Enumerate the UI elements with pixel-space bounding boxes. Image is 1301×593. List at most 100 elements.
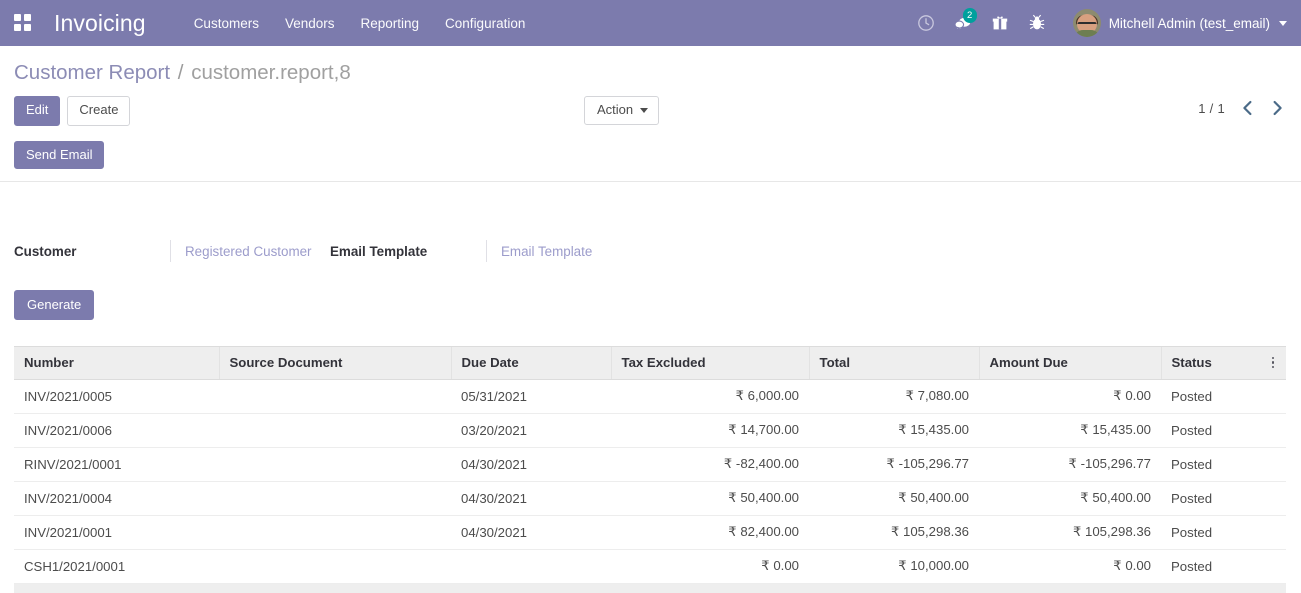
apps-grid-cell xyxy=(14,14,21,21)
invoice-table-body: INV/2021/0005 05/31/2021 ₹ 6,000.00 ₹ 7,… xyxy=(14,379,1286,593)
cell-source-document xyxy=(219,447,451,482)
pager-next-button[interactable] xyxy=(1269,98,1285,118)
column-header-due-date[interactable]: Due Date xyxy=(450,346,611,380)
avatar-glasses xyxy=(1077,22,1097,27)
cell-amount-due: ₹ 0.00 xyxy=(979,379,1161,414)
cell-amount-due: ₹ 50,400.00 xyxy=(979,481,1161,516)
cell-due-date: 04/30/2021 xyxy=(451,515,611,550)
app-brand[interactable]: Invoicing xyxy=(54,10,146,37)
cell-status: Posted xyxy=(1161,447,1260,482)
user-menu[interactable]: Mitchell Admin (test_email) xyxy=(1072,9,1287,37)
cell-status: Posted xyxy=(1161,379,1260,414)
cell-number: INV/2021/0001 xyxy=(14,515,219,550)
field-email-template: Email Template Email Template xyxy=(330,240,646,262)
cell-options xyxy=(1260,413,1286,448)
cell-status: Posted xyxy=(1161,515,1260,550)
generate-button[interactable]: Generate xyxy=(14,290,95,320)
control-panel: Customer Report / customer.report,8 Edit… xyxy=(0,46,1301,126)
cell-source-document xyxy=(219,481,451,516)
table-options-icon[interactable] xyxy=(1270,356,1276,369)
cell-due-date: 04/30/2021 xyxy=(451,447,611,482)
column-header-source-document[interactable]: Source Document xyxy=(218,346,451,380)
cell-total: ₹ 10,000.00 xyxy=(809,549,979,584)
cell-amount-due: ₹ -105,296.77 xyxy=(979,447,1161,482)
column-header-status[interactable]: Status xyxy=(1160,346,1260,380)
invoice-table-head: Number Source Document Due Date Tax Excl… xyxy=(14,346,1286,380)
table-header-row: Number Source Document Due Date Tax Excl… xyxy=(14,346,1286,380)
column-options-header xyxy=(1260,346,1286,380)
column-header-amount-due[interactable]: Amount Due xyxy=(978,346,1161,380)
table-row[interactable]: RINV/2021/0001 04/30/2021 ₹ -82,400.00 ₹… xyxy=(14,447,1286,482)
column-header-tax-excluded[interactable]: Tax Excluded xyxy=(610,346,809,380)
invoice-table: Number Source Document Due Date Tax Excl… xyxy=(14,346,1286,593)
cell-number: RINV/2021/0001 xyxy=(14,447,219,482)
cell-amount-due: ₹ 15,435.00 xyxy=(979,413,1161,448)
cell-tax-excluded: ₹ 50,400.00 xyxy=(611,481,809,516)
table-totals-row: 71,100.00 82,916.59 65,836.59 xyxy=(14,583,1286,593)
table-row[interactable]: INV/2021/0001 04/30/2021 ₹ 82,400.00 ₹ 1… xyxy=(14,515,1286,550)
cell-total: ₹ 105,298.36 xyxy=(809,515,979,550)
cell-due-date: 05/31/2021 xyxy=(451,379,611,414)
cell-due-date: 04/30/2021 xyxy=(451,481,611,516)
cell-due-date xyxy=(451,549,611,584)
menu-item-reporting[interactable]: Reporting xyxy=(361,16,420,31)
dot xyxy=(1271,361,1275,364)
gift-icon[interactable] xyxy=(990,13,1010,33)
cell-options xyxy=(1260,549,1286,584)
cell-number: INV/2021/0004 xyxy=(14,481,219,516)
email-template-input[interactable]: Email Template xyxy=(486,240,646,262)
messages-count-badge: 2 xyxy=(962,8,977,23)
edit-button[interactable]: Edit xyxy=(14,96,61,126)
table-row[interactable]: INV/2021/0006 03/20/2021 ₹ 14,700.00 ₹ 1… xyxy=(14,413,1286,448)
bug-icon[interactable] xyxy=(1027,13,1047,33)
clock-icon[interactable] xyxy=(916,13,936,33)
cell-tax-excluded: ₹ 82,400.00 xyxy=(611,515,809,550)
apps-grid-cell xyxy=(14,24,21,31)
cell-options xyxy=(1260,515,1286,550)
customer-input[interactable]: Registered Customer xyxy=(170,240,330,262)
cell-options xyxy=(1260,481,1286,516)
breadcrumb: Customer Report / customer.report,8 xyxy=(14,61,1287,85)
menu-item-vendors[interactable]: Vendors xyxy=(285,16,335,31)
cell-options xyxy=(1260,379,1286,414)
control-buttons-row: Edit Create Action 1 / 1 xyxy=(14,96,1287,126)
action-button[interactable]: Action xyxy=(584,96,660,126)
send-email-button[interactable]: Send Email xyxy=(14,141,105,169)
cell-source-document xyxy=(219,515,451,550)
table-row[interactable]: INV/2021/0004 04/30/2021 ₹ 50,400.00 ₹ 5… xyxy=(14,481,1286,516)
apps-grid-cell xyxy=(24,14,31,21)
create-button[interactable]: Create xyxy=(67,96,131,126)
cell-source-document xyxy=(219,549,451,584)
apps-grid-cell xyxy=(24,24,31,31)
cell-status: Posted xyxy=(1161,549,1260,584)
cell-tax-excluded: ₹ 14,700.00 xyxy=(611,413,809,448)
pager-previous-button[interactable] xyxy=(1239,98,1255,118)
cell-total: ₹ 7,080.00 xyxy=(809,379,979,414)
messages-icon[interactable]: 2 xyxy=(953,8,977,33)
field-customer: Customer Registered Customer xyxy=(14,240,330,262)
cell-total: ₹ -105,296.77 xyxy=(809,447,979,482)
breadcrumb-root[interactable]: Customer Report xyxy=(14,61,170,84)
form-fields-row: Customer Registered Customer Email Templ… xyxy=(14,239,1287,263)
pager: 1 / 1 xyxy=(1198,98,1285,118)
top-navbar: Invoicing Customers Vendors Reporting Co… xyxy=(0,0,1301,46)
main-menu: Customers Vendors Reporting Configuratio… xyxy=(194,16,526,31)
totals-amount-due: 65,836.59 xyxy=(979,583,1161,593)
table-row[interactable]: INV/2021/0005 05/31/2021 ₹ 6,000.00 ₹ 7,… xyxy=(14,379,1286,414)
cell-amount-due: ₹ 0.00 xyxy=(979,549,1161,584)
cell-tax-excluded: ₹ -82,400.00 xyxy=(611,447,809,482)
menu-item-customers[interactable]: Customers xyxy=(194,16,259,31)
column-header-number[interactable]: Number xyxy=(14,346,219,380)
breadcrumb-separator: / xyxy=(177,61,184,84)
dot xyxy=(1271,356,1275,360)
cell-number: CSH1/2021/0001 xyxy=(14,549,219,584)
cell-tax-excluded: ₹ 6,000.00 xyxy=(611,379,809,414)
table-row[interactable]: CSH1/2021/0001 ₹ 0.00 ₹ 10,000.00 ₹ 0.00… xyxy=(14,549,1286,584)
cell-number: INV/2021/0006 xyxy=(14,413,219,448)
chevron-down-icon xyxy=(1279,20,1287,26)
apps-grid-icon[interactable] xyxy=(14,14,32,32)
menu-item-configuration[interactable]: Configuration xyxy=(445,16,525,31)
avatar xyxy=(1072,9,1101,37)
column-header-total[interactable]: Total xyxy=(808,346,979,380)
invoice-table-wrap: Number Source Document Due Date Tax Excl… xyxy=(14,346,1286,593)
